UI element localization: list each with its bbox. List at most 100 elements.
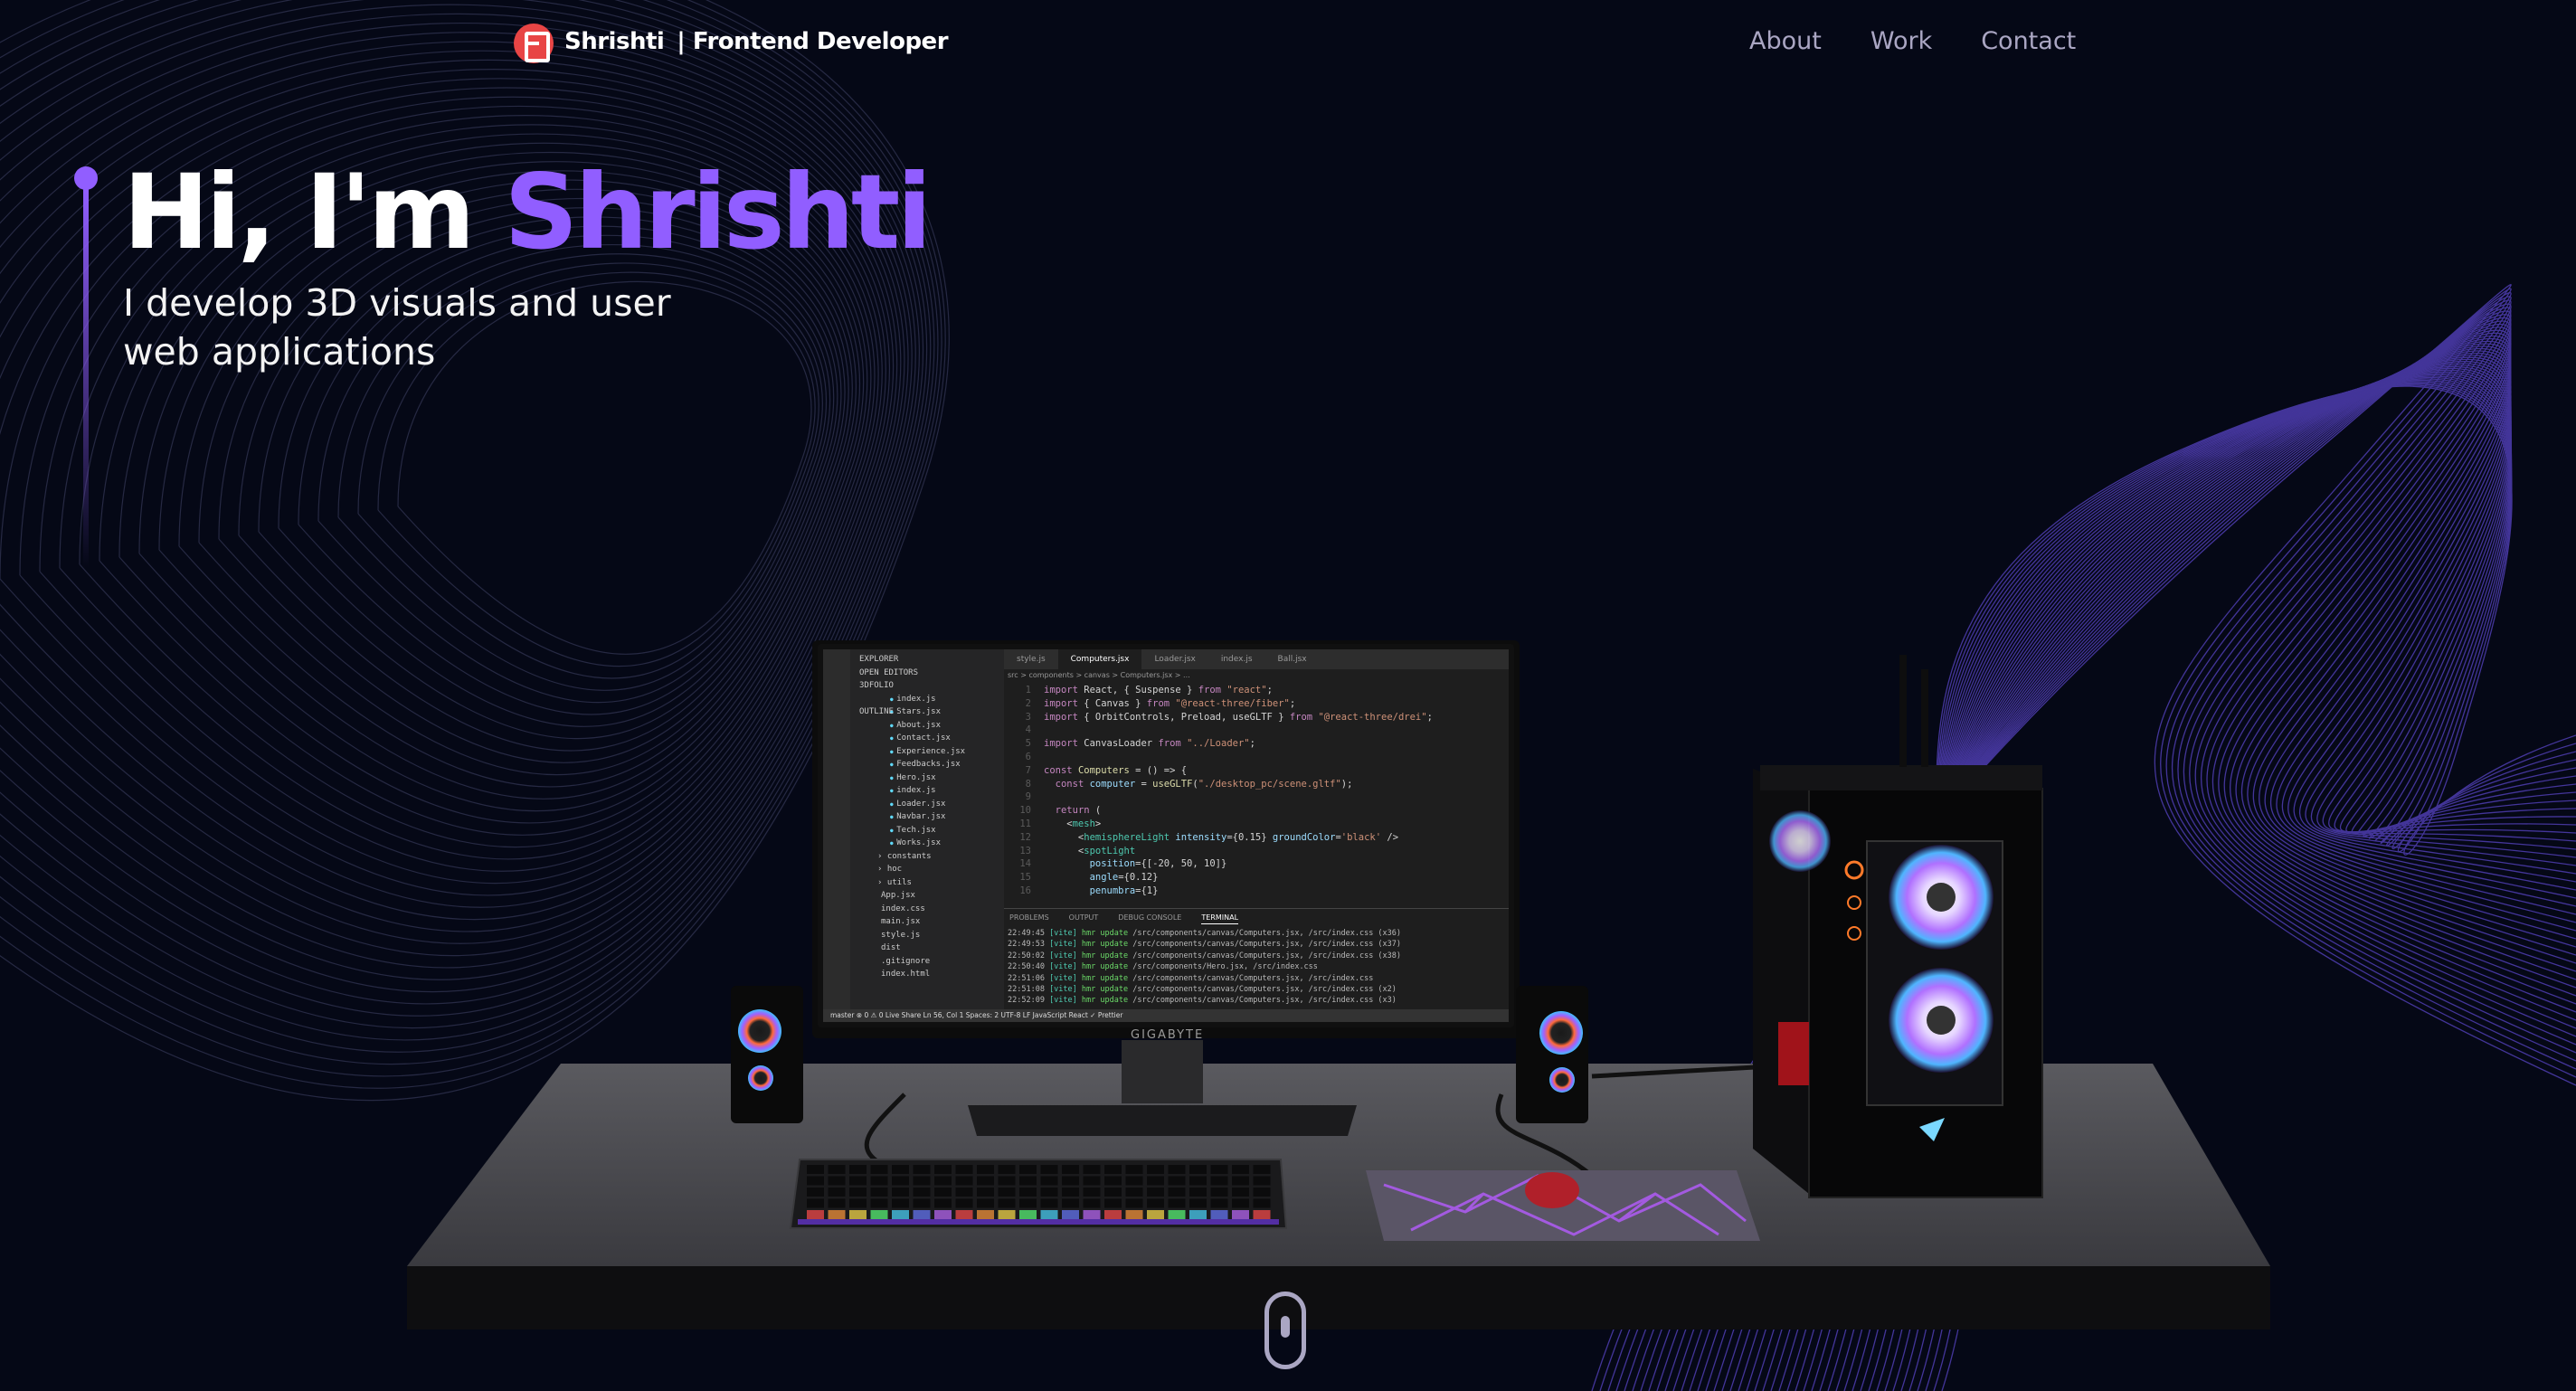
keyboard-key — [913, 1188, 931, 1197]
keyboard-key — [807, 1198, 824, 1208]
explorer-sidebar: EXPLORER OPEN EDITORS 3DFOLIO index.jsSt… — [850, 649, 1004, 1022]
explorer-file: Tech.jsx — [850, 826, 1004, 839]
explorer-file: Feedbacks.jsx — [850, 760, 1004, 773]
monitor-brand: GIGABYTE — [1131, 1028, 1205, 1042]
scroll-indicator[interactable] — [1264, 1292, 1306, 1369]
keyboard-key — [1040, 1165, 1058, 1174]
keyboard-key — [870, 1165, 888, 1174]
panel-tab: PROBLEMS — [1009, 913, 1049, 922]
explorer-file: Experience.jsx — [850, 747, 1004, 761]
mouse[interactable] — [1525, 1172, 1579, 1208]
keyboard-key — [913, 1176, 931, 1186]
pc-fan-hub — [1927, 883, 1956, 912]
explorer-file: Hero.jsx — [850, 773, 1004, 787]
speaker-right-woofer — [1549, 1067, 1575, 1093]
keyboard-key — [1147, 1198, 1164, 1208]
keyboard-key — [807, 1176, 824, 1186]
keyboard-key — [1189, 1188, 1207, 1197]
pc-fan-hub — [1927, 1006, 1956, 1035]
explorer-file: dist — [881, 943, 901, 952]
terminal-output: 22:49:45 [vite] hmr update /src/componen… — [1008, 929, 1402, 1006]
keyboard-key — [1253, 1188, 1271, 1197]
panel-tab: DEBUG CONSOLE — [1118, 913, 1182, 922]
explorer-file: Navbar.jsx — [850, 812, 1004, 826]
pc-red-component — [1778, 1022, 1809, 1085]
pc-antenna — [1921, 669, 1928, 767]
keyboard-key — [1062, 1210, 1079, 1219]
keyboard-key — [1104, 1210, 1122, 1219]
keyboard-key — [955, 1165, 973, 1174]
monitor-base — [968, 1105, 1357, 1136]
explorer-file: Loader.jsx — [850, 800, 1004, 813]
keyboard-key — [1168, 1165, 1186, 1174]
keyboard-key — [1125, 1176, 1143, 1186]
keyboard-key — [807, 1165, 824, 1174]
speaker-left-woofer — [748, 1065, 773, 1091]
keyboard-key — [1040, 1188, 1058, 1197]
keyboard-key — [998, 1210, 1016, 1219]
keyboard-key — [913, 1210, 931, 1219]
keyboard-key — [977, 1176, 994, 1186]
keyboard-key — [849, 1176, 867, 1186]
explorer-file: index.js — [850, 695, 1004, 708]
pc-antenna — [1899, 655, 1907, 767]
keyboard-key — [1253, 1176, 1271, 1186]
editor-tab: index.js — [1220, 655, 1253, 664]
keyboard-key — [1147, 1176, 1164, 1186]
explorer-file: Works.jsx — [850, 838, 1004, 852]
keyboard-key — [1189, 1210, 1207, 1219]
activity-bar — [823, 649, 850, 1022]
keyboard-key — [998, 1176, 1016, 1186]
panel-tabs: PROBLEMS OUTPUT DEBUG CONSOLE TERMINAL — [1004, 908, 1509, 924]
keyboard-key — [1147, 1188, 1164, 1197]
keyboard-key — [1019, 1210, 1037, 1219]
monitor-screen: EXPLORER OPEN EDITORS 3DFOLIO index.jsSt… — [818, 644, 1514, 1027]
keyboard-key — [977, 1198, 994, 1208]
keyboard-key — [1125, 1198, 1143, 1208]
keyboard-key — [870, 1176, 888, 1186]
keyboard-key — [1083, 1176, 1101, 1186]
keyboard-key — [1104, 1188, 1122, 1197]
editor-tab-active: Computers.jsx — [1057, 649, 1142, 669]
explorer-folder: › utils — [877, 877, 912, 887]
scroll-dot — [1281, 1316, 1290, 1338]
keyboard-key — [1083, 1210, 1101, 1219]
file-list: index.jsStars.jsxAbout.jsxContact.jsxExp… — [850, 695, 1004, 979]
keyboard-key — [1232, 1198, 1249, 1208]
keyboard-key — [1232, 1188, 1249, 1197]
keyboard-key — [828, 1176, 846, 1186]
panel-tab: OUTPUT — [1068, 913, 1099, 922]
editor-tabs: style.js Computers.jsx Loader.jsx index.… — [1004, 649, 1509, 669]
editor-tab: Ball.jsx — [1277, 655, 1307, 664]
keyboard-key — [955, 1198, 973, 1208]
keyboard-key — [1125, 1210, 1143, 1219]
keyboard-key — [1253, 1210, 1271, 1219]
keyboard-key — [892, 1198, 909, 1208]
keyboard-key — [828, 1188, 846, 1197]
keyboard-key — [1210, 1176, 1228, 1186]
editor-breadcrumb: src > components > canvas > Computers.js… — [1008, 671, 1190, 679]
explorer-file: main.jsx — [881, 917, 921, 926]
keyboard-key — [828, 1165, 846, 1174]
keyboard-key — [1147, 1165, 1164, 1174]
keyboard-key — [934, 1188, 952, 1197]
project-root: 3DFOLIO — [859, 681, 894, 690]
explorer-folder: › constants — [877, 851, 932, 861]
desk-front — [407, 1266, 2270, 1329]
keyboard-key — [1062, 1198, 1079, 1208]
keyboard-key — [849, 1198, 867, 1208]
speaker-left — [731, 986, 803, 1123]
status-bar: master ⊗ 0 ⚠ 0 Live Share Ln 56, Col 1 S… — [823, 1009, 1509, 1022]
keyboard-key — [934, 1198, 952, 1208]
explorer-file: index.css — [881, 904, 925, 913]
explorer-title: EXPLORER — [859, 655, 899, 664]
keyboard-rgb-strip — [798, 1219, 1279, 1225]
editor-tab: Loader.jsx — [1154, 655, 1196, 664]
keyboard-key — [998, 1188, 1016, 1197]
keyboard-key — [1168, 1176, 1186, 1186]
keyboard-key — [849, 1188, 867, 1197]
keyboard-key — [807, 1188, 824, 1197]
keyboard-key — [1062, 1176, 1079, 1186]
editor-tab: style.js — [1017, 655, 1046, 664]
keyboard-key — [1189, 1165, 1207, 1174]
